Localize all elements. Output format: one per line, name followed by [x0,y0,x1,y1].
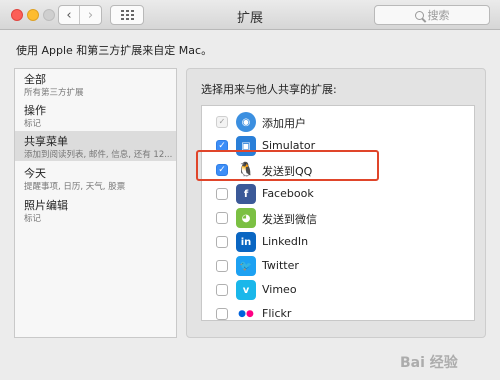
extension-label: Twitter [262,259,299,272]
zoom-window-button[interactable] [43,9,55,21]
extension-label: Vimeo [262,283,297,296]
extension-checkbox[interactable] [216,308,228,320]
flickr-icon: ● ● [238,309,254,319]
extension-row: v Vimeo [202,278,474,302]
extension-row: ● ● Flickr [202,302,474,320]
wechat-icon: ◕ [236,208,256,228]
show-all-button[interactable] [110,5,144,25]
sidebar-item-subtitle: 添加到阅读列表, 邮件, 信息, 还有 12... [24,150,172,160]
close-window-button[interactable] [11,9,23,21]
navigation-buttons: ‹ › [58,5,102,25]
sidebar-item-title: 照片编辑 [24,199,68,212]
extension-row: ◕ 发送到微信 [202,206,474,230]
panel-title: 选择用来与他人共享的扩展: [201,83,337,96]
linkedin-icon: in [236,232,256,252]
sidebar-item-title: 共享菜单 [24,135,68,148]
extension-label: 发送到微信 [262,213,317,226]
window-title: 扩展 [236,11,263,26]
search-icon [414,10,424,20]
forward-button[interactable]: › [80,6,101,24]
extension-row: f Facebook [202,182,474,206]
title-bar: ‹ › 扩展 搜索 [0,0,500,30]
extension-label: Facebook [262,187,314,200]
sidebar-item[interactable]: 全部 所有第三方扩展 [15,69,176,99]
extension-row: in LinkedIn [202,230,474,254]
share-extensions-panel: 选择用来与他人共享的扩展: ✓ ◉ 添加用户 ✓ ▣ Simulator ✓ 🐧 发送到QQ f F… [186,68,486,338]
sidebar-item-subtitle: 标记 [24,214,42,224]
annotation-highlight-box [196,150,379,181]
sidebar-item[interactable]: 照片编辑 标记 [15,195,176,225]
sidebar-item[interactable]: 操作 标记 [15,100,176,130]
vimeo-icon: v [236,280,256,300]
extension-label: 添加用户 [262,117,306,130]
extensions-list: ✓ ◉ 添加用户 ✓ ▣ Simulator ✓ 🐧 发送到QQ f Facebook ◕ 发送到微信 i… [201,105,475,321]
minimize-window-button[interactable] [27,9,39,21]
sidebar-item[interactable]: 今天提醒事项, 日历, 天气, 股票 [15,163,176,193]
preferences-window: ‹ › 扩展 搜索 使用 Apple 和第三方扩展来自定 Mac。 全部所有第三… [0,0,500,380]
facebook-icon: f [236,184,256,204]
page-description: 使用 Apple 和第三方扩展来自定 Mac。 [16,44,213,57]
watermark: Bai 经验 [400,355,458,371]
chevron-right-icon: › [87,7,94,23]
sidebar-item[interactable]: 共享菜单添加到阅读列表, 邮件, 信息, 还有 12... [15,131,176,161]
add-person-icon: ◉ [236,112,256,132]
extension-checkbox[interactable] [216,188,228,200]
twitter-icon: 🐦 [236,256,256,276]
extension-label: Flickr [262,307,292,320]
extension-checkbox[interactable] [216,212,228,224]
grid-icon [120,10,134,20]
search-field[interactable]: 搜索 [374,5,490,25]
sidebar-item-subtitle: 标记 [24,119,42,129]
chevron-left-icon: ‹ [66,7,72,23]
sidebar-item-subtitle: 提醒事项, 日历, 天气, 股票 [24,182,126,192]
sidebar-item-title: 全部 [24,73,46,86]
extension-label: LinkedIn [262,235,309,248]
search-placeholder: 搜索 [427,9,450,22]
extension-category-list: 全部 所有第三方扩展 操作 标记 共享菜单 添加到阅读列表, 邮件, 信息, 还有 12.… [14,68,177,338]
extension-checkbox[interactable] [216,236,228,248]
extension-row: 🐦 Twitter [202,254,474,278]
extension-row: ✓ ◉ 添加用户 [202,110,474,134]
extension-checkbox: ✓ [216,116,228,128]
sidebar-item-title: 今天 [24,167,46,180]
extension-checkbox[interactable] [216,284,228,296]
extension-checkbox[interactable] [216,260,228,272]
sidebar-item-title: 操作 [24,104,46,117]
back-button[interactable]: ‹ [59,6,81,24]
sidebar-item-subtitle: 所有第三方扩展 [24,88,84,98]
